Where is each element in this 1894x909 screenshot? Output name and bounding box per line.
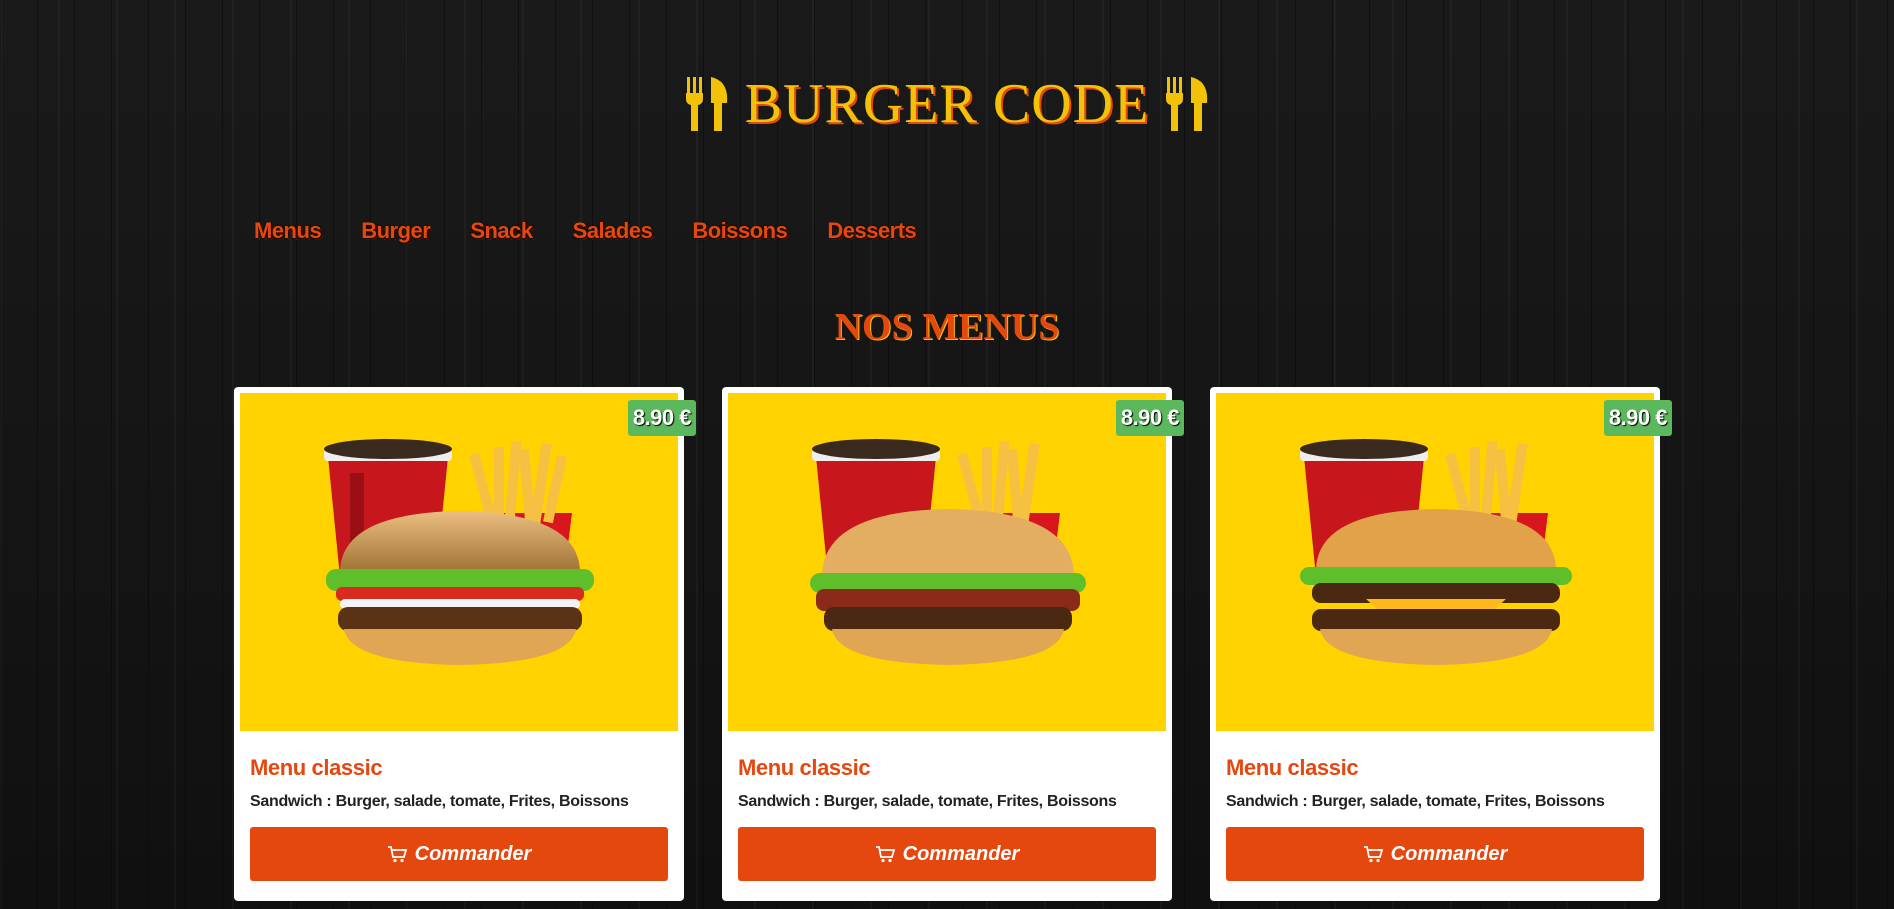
burger-meal-image bbox=[728, 393, 1166, 731]
order-button-label: Commander bbox=[1390, 842, 1508, 865]
card-title: Menu classic bbox=[250, 755, 383, 780]
order-button-label: Commander bbox=[414, 842, 532, 865]
menu-image bbox=[728, 393, 1166, 731]
card-title: Menu classic bbox=[1226, 755, 1359, 780]
brand-title: BURGER CODE bbox=[744, 73, 1150, 135]
order-button[interactable]: Commander bbox=[250, 827, 668, 881]
order-button[interactable]: Commander bbox=[738, 827, 1156, 881]
price-badge: 8.90 € bbox=[1603, 400, 1672, 436]
section-title: NOS MENUS bbox=[834, 306, 1060, 348]
nav-item-menus[interactable]: Menus bbox=[254, 218, 322, 244]
menu-card: 8.90 € Menu classic Sandwich: Burger, s… bbox=[1210, 387, 1672, 901]
burger-meal-image bbox=[240, 393, 678, 731]
cutlery-icon bbox=[1166, 77, 1208, 131]
price-badge: 8.90 € bbox=[1115, 400, 1184, 436]
menu-image bbox=[1216, 393, 1654, 731]
order-button[interactable]: Commander bbox=[1226, 827, 1644, 881]
brand-header: BURGER CODE bbox=[0, 72, 1894, 136]
category-nav: Menus Burger Snack Salades Boissons Dess… bbox=[254, 218, 917, 244]
nav-item-boissons[interactable]: Boissons bbox=[692, 218, 788, 244]
cart-icon bbox=[1363, 846, 1383, 863]
card-description: Sandwich : Burger, salade, tomate, Frite… bbox=[250, 793, 629, 810]
order-button-label: Commander bbox=[902, 842, 1020, 865]
nav-item-snack[interactable]: Snack bbox=[470, 218, 533, 244]
price-badge: 8.90 € bbox=[627, 400, 696, 436]
menu-cards: 8.90 € Menu classic Sandwich: Burger, s… bbox=[234, 387, 1672, 901]
nav-item-salades[interactable]: Salades bbox=[573, 218, 653, 244]
cart-icon bbox=[875, 846, 895, 863]
nav-item-desserts[interactable]: Desserts bbox=[827, 218, 916, 244]
menu-card: 8.90 € Menu classic Sandwich: Burger, s… bbox=[234, 387, 696, 901]
card-title: Menu classic bbox=[738, 755, 871, 780]
card-description: Sandwich : Burger, salade, tomate, Frite… bbox=[1226, 793, 1605, 810]
nav-item-burger[interactable]: Burger bbox=[361, 218, 431, 244]
card-description: Sandwich : Burger, salade, tomate, Frite… bbox=[738, 793, 1117, 810]
cart-icon bbox=[387, 846, 407, 863]
menu-image bbox=[240, 393, 678, 731]
menu-card: 8.90 € Menu classic Sandwich: Burger, s… bbox=[722, 387, 1184, 901]
cutlery-icon bbox=[685, 77, 727, 131]
burger-meal-image bbox=[1216, 393, 1654, 731]
